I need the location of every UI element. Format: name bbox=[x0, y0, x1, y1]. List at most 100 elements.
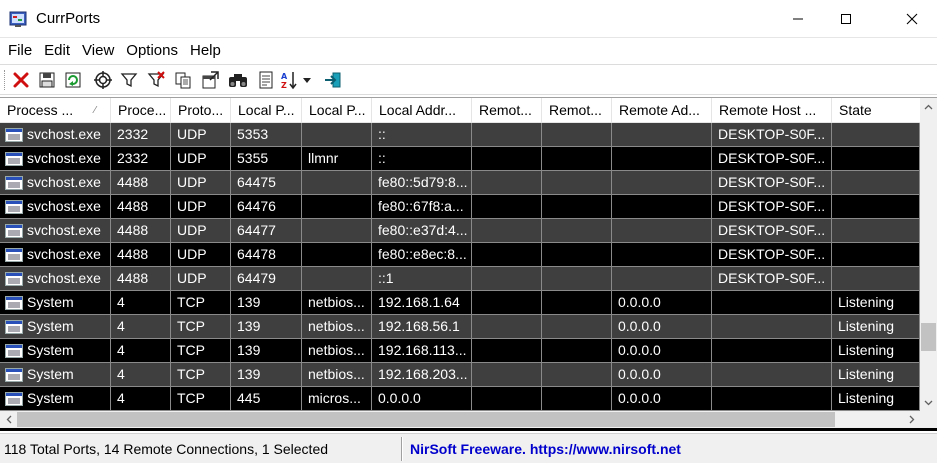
menu-edit[interactable]: Edit bbox=[38, 39, 76, 63]
table-row[interactable]: System 4 TCP 139 netbios... 192.168.56.1 0.0.0… bbox=[0, 315, 920, 339]
title-bar: CurrPorts bbox=[0, 0, 937, 38]
scroll-right-button[interactable] bbox=[903, 411, 920, 428]
column-header-local-address[interactable]: Local Addr... bbox=[372, 98, 472, 123]
chevron-down-icon bbox=[924, 400, 933, 405]
filter-button[interactable] bbox=[118, 69, 140, 91]
process-name-text: svchost.exe bbox=[27, 246, 101, 262]
table-row[interactable]: System 4 TCP 445 micros... 0.0.0.0 0.0.0.0 List… bbox=[0, 387, 920, 411]
find-button[interactable] bbox=[227, 69, 249, 91]
column-header-state[interactable]: State bbox=[832, 98, 920, 123]
svg-text:A: A bbox=[281, 72, 288, 81]
column-header-remote-port[interactable]: Remot... bbox=[472, 98, 542, 123]
html-report-icon bbox=[202, 71, 219, 89]
table-row[interactable]: svchost.exe 2332 UDP 5355 llmnr:: DESKTOP-S0F… bbox=[0, 147, 920, 171]
cell-remote-address: 0.0.0.0 bbox=[612, 291, 712, 315]
cell-process-id: 2332 bbox=[111, 123, 171, 147]
cell-protocol: UDP bbox=[171, 243, 231, 267]
list-header: Process ... ⁄ Proce... Proto... Local P..… bbox=[0, 98, 920, 123]
horizontal-scroll-thumb[interactable] bbox=[17, 412, 835, 427]
scroll-down-button[interactable] bbox=[920, 394, 937, 411]
menu-view[interactable]: View bbox=[76, 39, 120, 63]
column-header-process-id[interactable]: Proce... bbox=[111, 98, 171, 123]
cell-local-port: 445 bbox=[231, 387, 302, 411]
close-window-button[interactable] bbox=[889, 0, 935, 38]
chevron-right-icon bbox=[909, 415, 914, 424]
table-row[interactable]: System 4 TCP 139 netbios... 192.168.1.64 0.0.0… bbox=[0, 291, 920, 315]
table-row[interactable]: svchost.exe 4488 UDP 64479::1 DESKTOP-S0F... bbox=[0, 267, 920, 291]
cell-protocol: UDP bbox=[171, 171, 231, 195]
status-divider bbox=[401, 437, 403, 461]
sort-icon: AZ bbox=[281, 72, 297, 90]
scrollbar-corner bbox=[920, 411, 937, 428]
cell-remote-host-name: DESKTOP-S0F... bbox=[712, 243, 832, 267]
remove-filter-button[interactable] bbox=[145, 69, 167, 91]
minimize-button[interactable] bbox=[775, 0, 821, 38]
column-header-process-name[interactable]: Process ... ⁄ bbox=[0, 98, 111, 123]
column-header-remote-port-name[interactable]: Remot... bbox=[542, 98, 612, 123]
text-report-button[interactable] bbox=[255, 69, 277, 91]
cell-remote-host-name bbox=[712, 387, 832, 411]
exit-button[interactable] bbox=[322, 69, 344, 91]
process-name-text: System bbox=[27, 318, 74, 334]
cell-remote-address bbox=[612, 243, 712, 267]
sort-dropdown-button[interactable] bbox=[300, 69, 314, 91]
process-window-icon bbox=[5, 343, 23, 358]
cell-protocol: UDP bbox=[171, 147, 231, 171]
status-summary: 118 Total Ports, 14 Remote Connections, … bbox=[4, 441, 329, 457]
maximize-button[interactable] bbox=[823, 0, 869, 38]
menu-file[interactable]: File bbox=[2, 39, 38, 63]
cell-process-name: svchost.exe bbox=[0, 243, 111, 267]
scroll-up-button[interactable] bbox=[920, 98, 937, 115]
cell-state: Listening bbox=[832, 363, 920, 387]
table-row[interactable]: svchost.exe 4488 UDP 64475 fe80::5d79:8... DE… bbox=[0, 171, 920, 195]
column-header-protocol[interactable]: Proto... bbox=[171, 98, 231, 123]
process-name-text: System bbox=[27, 366, 74, 382]
cell-remote-port bbox=[472, 339, 542, 363]
cell-remote-port bbox=[472, 363, 542, 387]
table-row[interactable]: svchost.exe 4488 UDP 64477 fe80::e37d:4... DE… bbox=[0, 219, 920, 243]
horizontal-scrollbar[interactable] bbox=[0, 411, 920, 428]
scroll-left-button[interactable] bbox=[0, 411, 17, 428]
cell-protocol: TCP bbox=[171, 339, 231, 363]
process-window-icon bbox=[5, 175, 23, 190]
exit-icon bbox=[325, 72, 341, 88]
process-window-icon bbox=[5, 247, 23, 262]
ports-list-view[interactable]: Process ... ⁄ Proce... Proto... Local P..… bbox=[0, 97, 937, 431]
table-row[interactable]: svchost.exe 4488 UDP 64476 fe80::67f8:a... DE… bbox=[0, 195, 920, 219]
table-row[interactable]: svchost.exe 2332 UDP 5353:: DESKTOP-S0F... bbox=[0, 123, 920, 147]
column-header-local-port-name[interactable]: Local P... bbox=[302, 98, 372, 123]
cell-state bbox=[832, 267, 920, 291]
process-name-text: System bbox=[27, 342, 74, 358]
column-header-local-port[interactable]: Local P... bbox=[231, 98, 302, 123]
cell-process-id: 4 bbox=[111, 315, 171, 339]
copy-button[interactable] bbox=[172, 69, 194, 91]
column-header-remote-address[interactable]: Remote Ad... bbox=[612, 98, 712, 123]
process-window-icon bbox=[5, 271, 23, 286]
sort-button[interactable]: AZ bbox=[280, 69, 298, 91]
cell-remote-address bbox=[612, 147, 712, 171]
refresh-button[interactable] bbox=[62, 69, 84, 91]
save-icon bbox=[39, 72, 55, 88]
menu-help[interactable]: Help bbox=[184, 39, 227, 63]
status-bar: 118 Total Ports, 14 Remote Connections, … bbox=[0, 433, 937, 463]
html-report-button[interactable] bbox=[199, 69, 221, 91]
properties-button[interactable] bbox=[92, 69, 114, 91]
cell-local-port: 5353 bbox=[231, 123, 302, 147]
cell-local-port: 64478 bbox=[231, 243, 302, 267]
cell-remote-address bbox=[612, 267, 712, 291]
cell-remote-port-name bbox=[542, 315, 612, 339]
save-button[interactable] bbox=[36, 69, 58, 91]
vertical-scroll-thumb[interactable] bbox=[921, 323, 936, 351]
column-header-remote-host-name[interactable]: Remote Host ... bbox=[712, 98, 832, 123]
table-row[interactable]: svchost.exe 4488 UDP 64478 fe80::e8ec:8... DE… bbox=[0, 243, 920, 267]
table-row[interactable]: System 4 TCP 139 netbios... 192.168.113... 0.0… bbox=[0, 339, 920, 363]
minimize-icon bbox=[793, 18, 803, 20]
cell-state: Listening bbox=[832, 315, 920, 339]
cell-remote-port-name bbox=[542, 243, 612, 267]
table-row[interactable]: System 4 TCP 139 netbios... 192.168.203... 0.0… bbox=[0, 363, 920, 387]
menu-options[interactable]: Options bbox=[120, 39, 184, 63]
vertical-scrollbar[interactable] bbox=[920, 98, 937, 411]
close-connection-button[interactable] bbox=[10, 69, 32, 91]
nirsoft-link[interactable]: NirSoft Freeware. https://www.nirsoft.ne… bbox=[410, 441, 681, 457]
cell-remote-host-name: DESKTOP-S0F... bbox=[712, 195, 832, 219]
